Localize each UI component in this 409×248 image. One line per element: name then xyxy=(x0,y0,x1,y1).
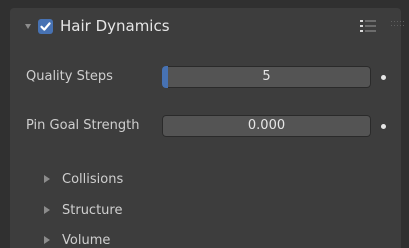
keyframe-dot-icon[interactable] xyxy=(381,75,386,80)
quality-steps-label: Quality Steps xyxy=(26,69,113,84)
subpanel-label[interactable]: Structure xyxy=(62,203,122,219)
quality-steps-value: 5 xyxy=(262,69,271,84)
checkmark-icon xyxy=(40,22,51,31)
panel-header[interactable]: Hair Dynamics xyxy=(10,8,404,45)
pin-goal-strength-label: Pin Goal Strength xyxy=(26,118,140,133)
expand-arrow-icon[interactable] xyxy=(44,206,50,214)
pin-goal-strength-field[interactable]: 0.000 xyxy=(162,115,371,137)
subpanel-label[interactable]: Collisions xyxy=(62,172,123,188)
pin-goal-strength-value: 0.000 xyxy=(247,118,286,133)
collapse-arrow-icon[interactable] xyxy=(25,24,31,29)
hair-dynamics-panel-view: Hair Dynamics Quality Steps 5 Pin Goal S… xyxy=(0,0,409,248)
subpanel-label[interactable]: Volume xyxy=(62,233,110,248)
preset-list-icon[interactable] xyxy=(359,18,377,34)
expand-arrow-icon[interactable] xyxy=(44,236,50,244)
keyframe-dot-icon[interactable] xyxy=(381,124,386,129)
expand-arrow-icon[interactable] xyxy=(44,175,50,183)
quality-steps-field[interactable]: 5 xyxy=(162,66,371,88)
drag-handle-icon[interactable] xyxy=(391,20,405,28)
enable-checkbox[interactable] xyxy=(38,19,53,34)
panel-title: Hair Dynamics xyxy=(60,17,170,35)
